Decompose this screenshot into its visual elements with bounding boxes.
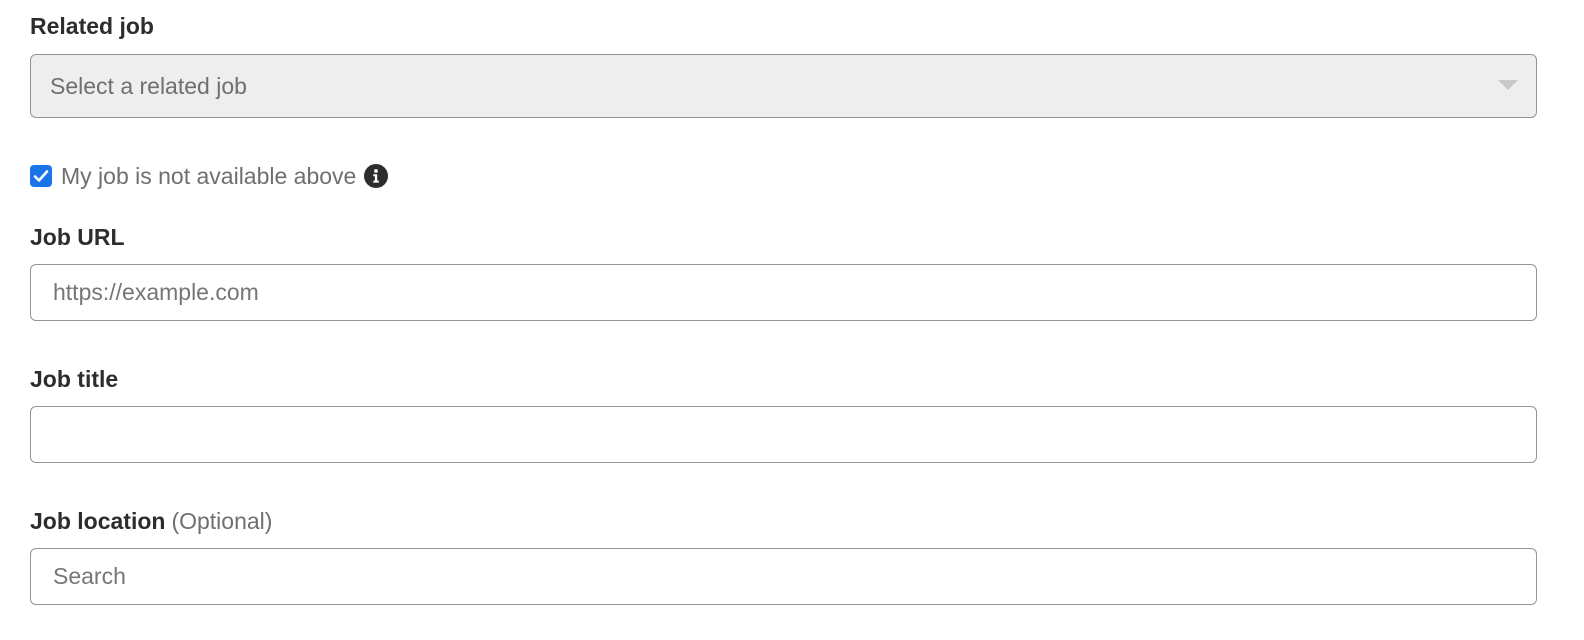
job-not-available-checkbox[interactable] (30, 165, 52, 187)
related-job-label: Related job (30, 13, 154, 39)
job-title-label: Job title (30, 366, 119, 392)
job-not-available-label[interactable]: My job is not available above (61, 162, 356, 190)
job-url-label: Job URL (30, 224, 125, 250)
job-location-label-text: Job location (30, 508, 166, 534)
chevron-down-icon (1498, 80, 1518, 90)
job-not-available-row: My job is not available above (30, 162, 389, 190)
job-title-input[interactable] (30, 406, 1537, 463)
info-icon[interactable] (364, 164, 389, 188)
job-location-search-input[interactable] (30, 548, 1537, 605)
checkmark-icon (33, 170, 49, 182)
related-job-select[interactable]: Select a related job (30, 54, 1537, 118)
related-job-select-value: Select a related job (50, 73, 247, 99)
optional-label: (Optional) (171, 508, 273, 534)
job-url-input[interactable] (30, 264, 1537, 321)
job-form: Related job Select a related job My job … (0, 0, 1584, 640)
job-location-label: Job location (Optional) (30, 507, 272, 535)
